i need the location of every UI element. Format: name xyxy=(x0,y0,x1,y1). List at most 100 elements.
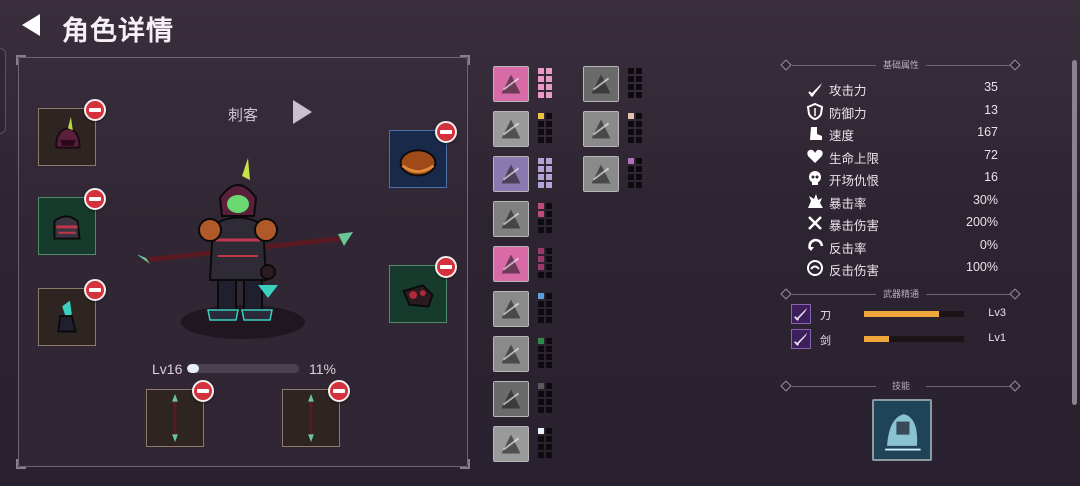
rarity-pip xyxy=(546,248,552,254)
boots-card[interactable] xyxy=(493,66,529,102)
claw-slash-card[interactable] xyxy=(493,201,529,237)
rarity-pip xyxy=(538,76,544,82)
stat-label: 速度 xyxy=(829,129,855,143)
rarity-pip xyxy=(628,76,634,82)
dark-spirit-card[interactable] xyxy=(583,66,619,102)
trap-card[interactable] xyxy=(493,336,529,372)
hooded-figure-icon xyxy=(494,112,528,146)
crossed-blades-icon xyxy=(494,247,528,281)
remove-armor-button[interactable] xyxy=(84,188,106,210)
divider-line xyxy=(926,294,1010,295)
rarity-pip xyxy=(546,227,552,233)
remove-weapon-left-button[interactable] xyxy=(192,380,214,402)
rarity-pip xyxy=(628,137,634,143)
golem-icon xyxy=(494,292,528,326)
fist-card[interactable] xyxy=(583,156,619,192)
rarity-pip xyxy=(628,84,634,90)
rarity-pip xyxy=(538,219,544,225)
rarity-pip xyxy=(546,158,552,164)
rarity-pip xyxy=(546,301,552,307)
beast-card[interactable] xyxy=(583,111,619,147)
side-tab[interactable] xyxy=(0,48,6,134)
rarity-pip xyxy=(546,452,552,458)
weapon-type-icon xyxy=(791,304,811,324)
rarity-pip xyxy=(538,428,544,434)
rarity-pip xyxy=(636,113,642,119)
xp-percent: 11% xyxy=(309,361,336,377)
rarity-pip xyxy=(538,444,544,450)
remove-boots-button[interactable] xyxy=(84,279,106,301)
next-class-arrow-icon[interactable] xyxy=(290,98,314,126)
rarity-pip xyxy=(546,68,552,74)
rarity-pips xyxy=(538,113,552,143)
skill-slot[interactable] xyxy=(872,399,932,461)
remove-weapon-right-button[interactable] xyxy=(328,380,350,402)
stat-value: 167 xyxy=(977,125,998,139)
page-title: 角色详情 xyxy=(62,16,174,46)
rarity-pip xyxy=(546,264,552,270)
back-arrow-icon[interactable] xyxy=(18,11,44,39)
shadow-card[interactable] xyxy=(493,381,529,417)
rarity-pip xyxy=(546,362,552,368)
rarity-pip xyxy=(546,76,552,82)
rarity-pip xyxy=(546,346,552,352)
rarity-pip xyxy=(538,68,544,74)
mask-card[interactable] xyxy=(493,426,529,462)
rarity-pip xyxy=(546,121,552,127)
weapon-type-icon xyxy=(791,329,811,349)
scrollbar[interactable] xyxy=(1072,60,1077,405)
stat-value: 13 xyxy=(984,102,998,117)
rarity-pip xyxy=(546,391,552,397)
rarity-pips xyxy=(538,338,552,368)
warrior-card[interactable] xyxy=(493,156,529,192)
rarity-pip xyxy=(636,92,642,98)
rarity-pip xyxy=(538,264,544,270)
rarity-pip xyxy=(538,407,544,413)
rarity-pip xyxy=(546,407,552,413)
level-label: Lv16 xyxy=(152,361,183,377)
hooded-figure-card[interactable] xyxy=(493,111,529,147)
boots-icon xyxy=(494,67,528,101)
crossed-blades-card[interactable] xyxy=(493,246,529,282)
trap-icon xyxy=(494,337,528,371)
remove-gauntlet-button[interactable] xyxy=(435,256,457,278)
remove-helmet-button[interactable] xyxy=(84,99,106,121)
remove-cap-button[interactable] xyxy=(435,121,457,143)
rarity-pip xyxy=(546,113,552,119)
rarity-pips xyxy=(538,428,552,458)
rarity-pip xyxy=(538,248,544,254)
stats-section-header: 基础属性 xyxy=(780,58,1021,72)
ghost-knight-skill-icon xyxy=(874,401,930,459)
rarity-pips xyxy=(538,158,552,188)
rarity-pip xyxy=(538,301,544,307)
rarity-pip xyxy=(546,436,552,442)
rarity-pip xyxy=(538,203,544,209)
rarity-pip xyxy=(538,399,544,405)
rarity-pip xyxy=(546,256,552,262)
rarity-pip xyxy=(538,121,544,127)
rarity-pip xyxy=(628,182,634,188)
stat-value: 35 xyxy=(984,80,998,94)
rarity-pip xyxy=(546,166,552,172)
rarity-pip xyxy=(628,113,634,119)
rarity-pip xyxy=(546,338,552,344)
stat-value: 16 xyxy=(984,170,998,184)
crossed-swords-icon xyxy=(806,214,824,232)
rarity-pip xyxy=(538,174,544,180)
rarity-pip xyxy=(546,428,552,434)
rarity-pip xyxy=(636,129,642,135)
skull-icon xyxy=(806,169,824,187)
warrior-icon xyxy=(494,157,528,191)
heart-icon xyxy=(806,147,824,165)
rarity-pip xyxy=(538,227,544,233)
rarity-pip xyxy=(546,383,552,389)
rarity-pip xyxy=(628,166,634,172)
golem-card[interactable] xyxy=(493,291,529,327)
rarity-pip xyxy=(546,84,552,90)
mastery-level: Lv1 xyxy=(988,332,1006,344)
stat-label: 反击伤害 xyxy=(829,264,880,278)
mastery-bar-fill xyxy=(864,336,889,342)
rarity-pips xyxy=(628,68,642,98)
rarity-pips xyxy=(538,203,552,233)
rarity-pip xyxy=(538,137,544,143)
